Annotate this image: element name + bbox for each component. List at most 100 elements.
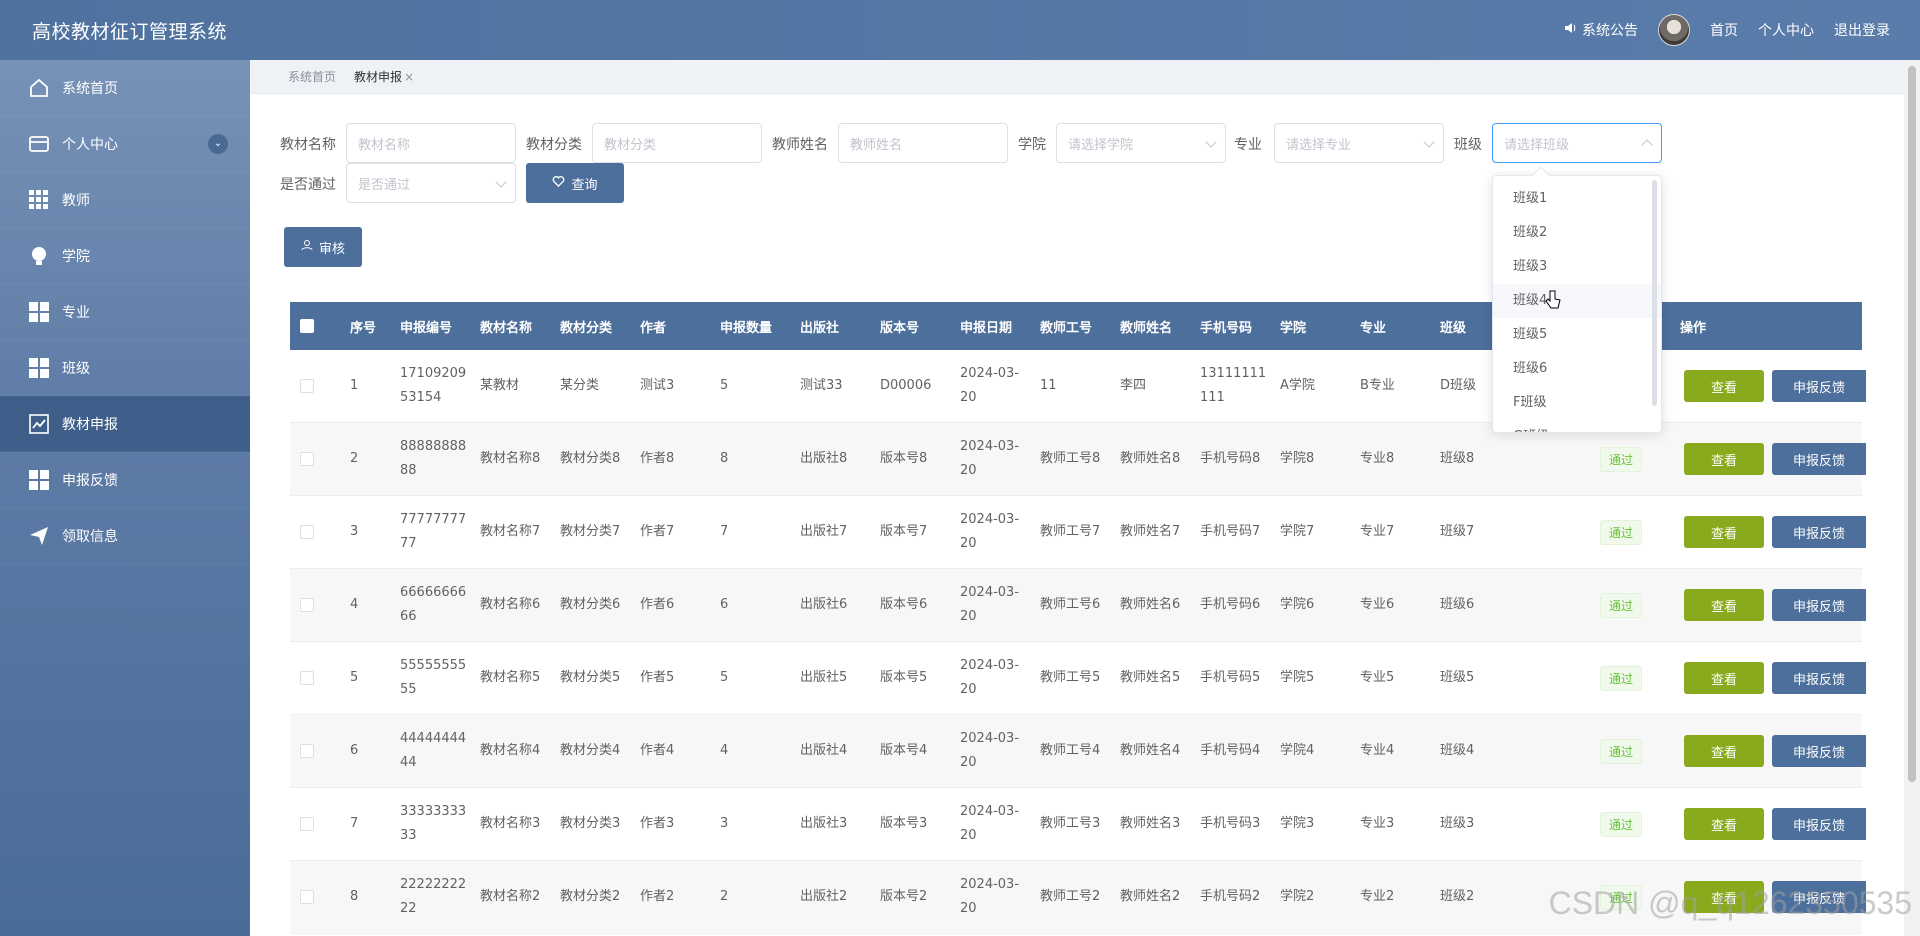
profile-link[interactable]: 个人中心 [1758, 20, 1814, 40]
row-checkbox[interactable] [300, 423, 314, 495]
dropdown-option[interactable]: 班级5 [1493, 318, 1661, 352]
audit-button[interactable]: 审核 [284, 227, 362, 267]
cell-phone: 手机号码2 [1200, 861, 1270, 933]
page-scrollbar[interactable] [1904, 60, 1920, 936]
cell-text: 教师工号2 [1040, 889, 1101, 904]
table-row: 4 6666666666 教材名称6 教材分类6 作者6 6 出版社6 版本号6 2024-03… [290, 569, 1866, 642]
checkbox[interactable] [300, 379, 314, 393]
row-checkbox[interactable] [300, 569, 314, 641]
notice-link[interactable]: 系统公告 [1563, 20, 1638, 40]
dropdown-option[interactable]: 班级6 [1493, 352, 1661, 386]
cell-text: 2 [720, 889, 729, 904]
cell-cls: 班级4 [1440, 715, 1510, 787]
feedback-button[interactable]: 申报反馈 [1772, 735, 1866, 767]
cell-tid: 教师工号8 [1040, 423, 1110, 495]
major-select[interactable]: 请选择专业 [1274, 123, 1444, 163]
cell-text: 教材名称7 [480, 524, 541, 539]
cell-tid: 教师工号3 [1040, 788, 1110, 860]
cell-date: 2024-03-20 [960, 861, 1022, 933]
sidebar-item-profile[interactable]: 个人中心 ⌄ [0, 116, 250, 172]
cell-text: 7777777777 [400, 512, 467, 551]
sidebar-item-college[interactable]: 学院 [0, 228, 250, 284]
dropdown-option[interactable]: 班级4 [1493, 284, 1661, 318]
view-button[interactable]: 查看 [1684, 808, 1764, 840]
view-button[interactable]: 查看 [1684, 735, 1764, 767]
feedback-button[interactable]: 申报反馈 [1772, 662, 1866, 694]
checkbox[interactable] [300, 452, 314, 466]
class-select[interactable]: 请选择班级 [1492, 123, 1662, 163]
dropdown-option[interactable]: 班级2 [1493, 216, 1661, 250]
cell-phone: 手机号码6 [1200, 569, 1270, 641]
view-button[interactable]: 查看 [1684, 443, 1764, 475]
cell-text: 班级8 [1440, 451, 1475, 466]
teacher-input[interactable]: 教师姓名 [838, 123, 1008, 163]
cell-name: 某教材 [480, 350, 550, 422]
sidebar-item-book-apply[interactable]: 教材申报 [0, 396, 250, 452]
status-badge: 通过 [1600, 642, 1643, 714]
feedback-button[interactable]: 申报反馈 [1772, 589, 1866, 621]
dropdown-option[interactable]: G班级 [1493, 420, 1661, 432]
row-checkbox[interactable] [300, 715, 314, 787]
view-button[interactable]: 查看 [1684, 516, 1764, 548]
checkbox[interactable] [300, 817, 314, 831]
scrollbar-thumb[interactable] [1908, 66, 1916, 782]
cell-date: 2024-03-20 [960, 569, 1022, 641]
feedback-button[interactable]: 申报反馈 [1772, 370, 1866, 402]
watermark: CSDN @q_q1262350535 [1548, 885, 1912, 921]
sidebar-item-class[interactable]: 班级 [0, 340, 250, 396]
cell-text: 教材名称8 [480, 451, 541, 466]
feedback-button[interactable]: 申报反馈 [1772, 516, 1866, 548]
cell-college: 学院5 [1280, 642, 1350, 714]
dropdown-scrollbar[interactable] [1652, 180, 1657, 406]
avatar[interactable] [1658, 14, 1690, 46]
view-button[interactable]: 查看 [1684, 370, 1764, 402]
sidebar-item-label: 专业 [62, 304, 90, 321]
chevron-down-icon[interactable]: ⌄ [208, 133, 228, 154]
checkbox[interactable] [300, 671, 314, 685]
row-checkbox[interactable] [300, 788, 314, 860]
row-checkbox[interactable] [300, 350, 314, 422]
cell-text: 版本号8 [880, 451, 928, 466]
cell-text: 2024-03-20 [960, 658, 1020, 697]
view-button[interactable]: 查看 [1684, 589, 1764, 621]
view-button[interactable]: 查看 [1684, 662, 1764, 694]
cell-idx: 5 [350, 642, 390, 714]
cell-phone: 手机号码7 [1200, 496, 1270, 568]
passed-select[interactable]: 是否通过 [346, 163, 516, 203]
row-checkbox[interactable] [300, 496, 314, 568]
header-actions: 系统公告 首页 个人中心 退出登录 [1563, 0, 1890, 60]
college-select[interactable]: 请选择学院 [1056, 123, 1226, 163]
sidebar-item-teacher[interactable]: 教师 [0, 172, 250, 228]
checkbox[interactable] [300, 525, 314, 539]
cell-press: 出版社3 [800, 788, 870, 860]
sidebar-item-receive[interactable]: 领取信息 [0, 508, 250, 564]
close-icon[interactable]: × [404, 70, 414, 84]
cell-text: 作者6 [640, 597, 675, 612]
sidebar-item-home[interactable]: 系统首页 [0, 60, 250, 116]
dropdown-option[interactable]: F班级 [1493, 386, 1661, 420]
feedback-button[interactable]: 申报反馈 [1772, 443, 1866, 475]
cell-qty: 6 [720, 569, 790, 641]
dropdown-option[interactable]: 班级1 [1493, 182, 1661, 216]
query-button[interactable]: 查询 [526, 163, 624, 203]
column-header: 专业 [1360, 320, 1387, 336]
checkbox[interactable] [300, 598, 314, 612]
select-all-checkbox[interactable] [300, 302, 314, 350]
book-name-input[interactable]: 教材名称 [346, 123, 516, 163]
checkbox[interactable] [300, 744, 314, 758]
checkbox[interactable] [300, 890, 314, 904]
checkbox[interactable] [300, 319, 314, 333]
sidebar-item-major[interactable]: 专业 [0, 284, 250, 340]
row-checkbox[interactable] [300, 861, 314, 933]
row-checkbox[interactable] [300, 642, 314, 714]
feedback-button[interactable]: 申报反馈 [1772, 808, 1866, 840]
logout-link[interactable]: 退出登录 [1834, 20, 1890, 40]
home-link[interactable]: 首页 [1710, 20, 1738, 40]
sidebar-item-feedback[interactable]: 申报反馈 [0, 452, 250, 508]
breadcrumb-home[interactable]: 系统首页 [288, 68, 336, 85]
dropdown-option[interactable]: 班级3 [1493, 250, 1661, 284]
tab-current[interactable]: 教材申报 × [354, 68, 414, 85]
column-header: 作者 [640, 320, 667, 336]
category-input[interactable]: 教材分类 [592, 123, 762, 163]
row-actions: 查看 申报反馈 [1684, 569, 1866, 641]
